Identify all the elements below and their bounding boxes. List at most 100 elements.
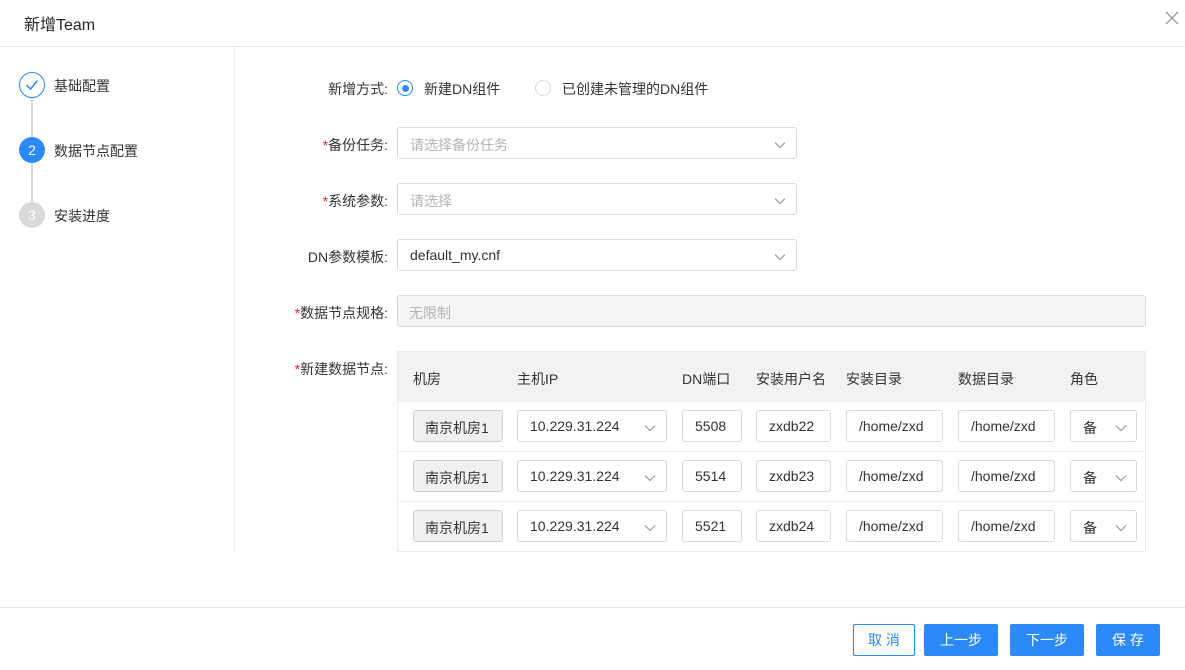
dn-template-select[interactable]: default_my.cnf xyxy=(397,239,797,271)
chevron-down-icon xyxy=(1115,425,1127,432)
radio-label: 已创建未管理的DN组件 xyxy=(562,81,709,97)
table-header: 机房 主机IP DN端口 安装用户名 安装目录 数据目录 角色 xyxy=(398,352,1145,402)
dn-port-input[interactable]: 5508 xyxy=(682,410,742,442)
next-step-button[interactable]: 下一步 xyxy=(1010,624,1084,656)
step-label: 数据节点配置 xyxy=(54,143,138,159)
dialog-header: 新增Team xyxy=(0,0,1185,47)
cell-text: 10.229.31.224 xyxy=(530,468,620,484)
cell-text: 备 xyxy=(1083,470,1097,486)
data-nodes-table: 机房 主机IP DN端口 安装用户名 安装目录 数据目录 角色 南京机房1 10… xyxy=(397,351,1146,552)
role-select[interactable]: 备 xyxy=(1070,460,1137,492)
node-spec-label: *数据节点规格: xyxy=(295,303,388,323)
host-ip-select[interactable]: 10.229.31.224 xyxy=(517,410,667,442)
dialog-title: 新增Team xyxy=(24,17,96,34)
chevron-down-icon xyxy=(1115,525,1127,532)
add-team-dialog: 新增Team 基础配置 2 数据节点配置 3 安装进度 新增方式: 新建DN组件… xyxy=(0,0,1185,670)
install-user-input[interactable]: zxdb24 xyxy=(756,510,831,542)
step-number: 3 xyxy=(19,202,45,228)
prev-step-button[interactable]: 上一步 xyxy=(924,624,998,656)
cell-text: /home/zxd xyxy=(971,468,1036,484)
cell-text: zxdb24 xyxy=(769,518,815,534)
cell-text: zxdb23 xyxy=(769,468,815,484)
install-dir-input[interactable]: /home/zxd xyxy=(846,460,943,492)
room-field: 南京机房1 xyxy=(413,510,503,542)
step-done-circle xyxy=(19,72,45,98)
column-header: 机房 xyxy=(413,371,441,387)
chevron-down-icon xyxy=(774,142,786,149)
cell-text: /home/zxd xyxy=(859,518,924,534)
chevron-down-icon xyxy=(644,475,656,482)
cancel-button[interactable]: 取 消 xyxy=(853,624,915,656)
add-mode-label: 新增方式: xyxy=(328,81,388,97)
cell-text: zxdb22 xyxy=(769,418,815,434)
dn-port-input[interactable]: 5521 xyxy=(682,510,742,542)
room-field: 南京机房1 xyxy=(413,410,503,442)
cell-text: 10.229.31.224 xyxy=(530,518,620,534)
step-label: 基础配置 xyxy=(54,78,110,94)
cell-text: 备 xyxy=(1083,520,1097,536)
cell-text: /home/zxd xyxy=(971,418,1036,434)
chevron-down-icon xyxy=(644,525,656,532)
backup-task-select[interactable]: 请选择备份任务 xyxy=(397,127,797,159)
close-icon[interactable] xyxy=(1163,9,1181,27)
select-value: default_my.cnf xyxy=(410,247,501,263)
label-text: 数据节点规格: xyxy=(300,305,388,321)
dn-template-label: DN参数模板: xyxy=(307,249,388,265)
label-text: 新建数据节点: xyxy=(300,361,388,377)
install-user-input[interactable]: zxdb22 xyxy=(756,410,831,442)
cell-text: /home/zxd xyxy=(859,468,924,484)
column-header: 主机IP xyxy=(517,371,559,387)
cell-text: 5514 xyxy=(695,468,727,484)
step-connector xyxy=(31,98,33,137)
host-ip-select[interactable]: 10.229.31.224 xyxy=(517,510,667,542)
install-user-input[interactable]: zxdb23 xyxy=(756,460,831,492)
data-dir-input[interactable]: /home/zxd xyxy=(958,460,1055,492)
cell-text: 5521 xyxy=(695,518,727,534)
cell-text: /home/zxd xyxy=(859,418,924,434)
dialog-footer: 取 消 上一步 下一步 保 存 xyxy=(0,607,1185,670)
host-ip-select[interactable]: 10.229.31.224 xyxy=(517,460,667,492)
column-header: 安装用户名 xyxy=(756,371,826,387)
check-icon xyxy=(25,80,39,91)
data-dir-input[interactable]: /home/zxd xyxy=(958,410,1055,442)
cell-text: /home/zxd xyxy=(971,518,1036,534)
cell-text: 南京机房1 xyxy=(425,520,489,536)
chevron-down-icon xyxy=(644,425,656,432)
system-params-select[interactable]: 请选择 xyxy=(397,183,797,215)
input-value: 无限制 xyxy=(409,305,451,321)
select-placeholder: 请选择备份任务 xyxy=(410,137,508,153)
install-dir-input[interactable]: /home/zxd xyxy=(846,410,943,442)
data-dir-input[interactable]: /home/zxd xyxy=(958,510,1055,542)
chevron-down-icon xyxy=(774,198,786,205)
table-row: 南京机房1 10.229.31.224 5508 zxdb22 /home/zx… xyxy=(398,402,1145,452)
chevron-down-icon xyxy=(1115,475,1127,482)
step-number: 2 xyxy=(19,137,45,163)
role-select[interactable]: 备 xyxy=(1070,410,1137,442)
new-nodes-label: *新建数据节点: xyxy=(295,359,388,379)
step-connector xyxy=(31,163,33,202)
radio-dot xyxy=(535,80,551,96)
save-button[interactable]: 保 存 xyxy=(1096,624,1160,656)
chevron-down-icon xyxy=(774,254,786,261)
cell-text: 10.229.31.224 xyxy=(530,418,620,434)
install-dir-input[interactable]: /home/zxd xyxy=(846,510,943,542)
cell-text: 5508 xyxy=(695,418,727,434)
step-label: 安装进度 xyxy=(54,208,110,224)
room-field: 南京机房1 xyxy=(413,460,503,492)
cell-text: 南京机房1 xyxy=(425,470,489,486)
dn-port-input[interactable]: 5514 xyxy=(682,460,742,492)
radio-dot-checked xyxy=(397,80,413,96)
select-placeholder: 请选择 xyxy=(410,193,452,209)
table-row: 南京机房1 10.229.31.224 5514 zxdb23 /home/zx… xyxy=(398,452,1145,502)
label-text: 备份任务: xyxy=(328,137,388,153)
column-header: 安装目录 xyxy=(846,371,902,387)
node-spec-input: 无限制 xyxy=(397,295,1146,327)
role-select[interactable]: 备 xyxy=(1070,510,1137,542)
column-header: 数据目录 xyxy=(958,371,1014,387)
radio-label: 新建DN组件 xyxy=(424,81,501,97)
backup-task-label: *备份任务: xyxy=(323,135,388,155)
label-text: 系统参数: xyxy=(328,193,388,209)
steps-sidebar: 基础配置 2 数据节点配置 3 安装进度 xyxy=(0,47,235,552)
column-header: 角色 xyxy=(1070,371,1098,387)
cell-text: 备 xyxy=(1083,420,1097,436)
